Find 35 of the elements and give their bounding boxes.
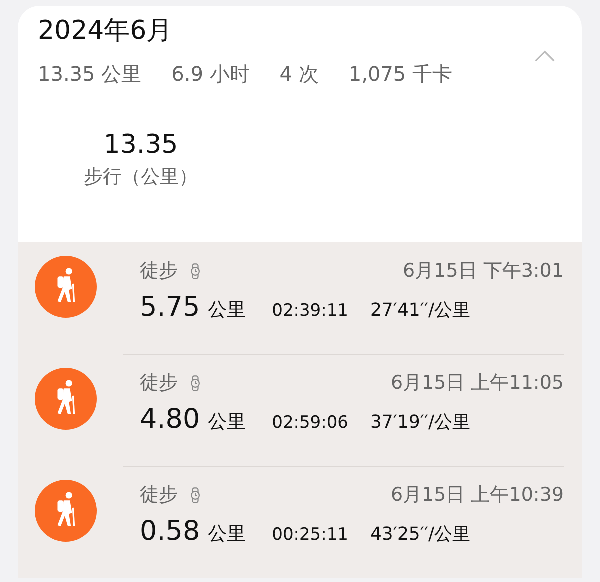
activity-distance: 0.58 xyxy=(140,516,200,547)
hiker-icon xyxy=(35,256,97,318)
activity-pace: 27′41′′/公里 xyxy=(370,299,471,322)
collapse-chevron-icon[interactable] xyxy=(534,50,556,63)
activity-row[interactable]: 徒步 6月15日 下午3:01 5.75 公里 02:39:11 27′41′′/公里 xyxy=(18,242,582,354)
activity-datetime: 6月15日 上午11:05 xyxy=(390,371,564,396)
summary-stat: 6.9 小时 xyxy=(172,61,250,88)
activity-datetime: 6月15日 下午3:01 xyxy=(403,259,564,284)
distance-unit: 公里 xyxy=(208,522,246,547)
activity-duration: 02:59:06 xyxy=(272,413,348,433)
activity-type: 徒步 xyxy=(140,259,178,284)
activity-type: 徒步 xyxy=(140,483,178,508)
activity-distance: 4.80 xyxy=(140,404,200,435)
summary-stat: 13.35 公里 xyxy=(38,61,142,88)
activity-type: 徒步 xyxy=(140,371,178,396)
distance-unit: 公里 xyxy=(208,298,246,323)
summary-stat: 1,075 千卡 xyxy=(348,61,453,88)
activity-datetime: 6月15日 上午10:39 xyxy=(390,483,564,508)
hiker-icon xyxy=(35,480,97,542)
activity-pace: 37′19′′/公里 xyxy=(370,411,471,434)
activity-pace: 43′25′′/公里 xyxy=(370,523,471,546)
watch-icon xyxy=(190,486,201,504)
activity-row[interactable]: 徒步 6月15日 上午10:39 0.58 公里 00:25:11 43′25′′/公里 xyxy=(18,466,582,578)
distance-unit: 公里 xyxy=(208,410,246,435)
month-title: 2024年6月 xyxy=(38,15,173,48)
hiker-icon xyxy=(35,368,97,430)
watch-icon xyxy=(190,262,201,280)
summary-stat: 4 次 xyxy=(280,61,319,88)
activity-distance: 5.75 xyxy=(140,292,200,323)
activity-row[interactable]: 徒步 6月15日 上午11:05 4.80 公里 02:59:06 37′19′′/公里 xyxy=(18,354,582,466)
watch-icon xyxy=(190,374,201,392)
total-distance-label: 步行（公里） xyxy=(84,165,198,190)
activity-duration: 02:39:11 xyxy=(272,301,348,321)
total-distance: 13.35 xyxy=(104,129,178,162)
activity-duration: 00:25:11 xyxy=(272,525,348,545)
